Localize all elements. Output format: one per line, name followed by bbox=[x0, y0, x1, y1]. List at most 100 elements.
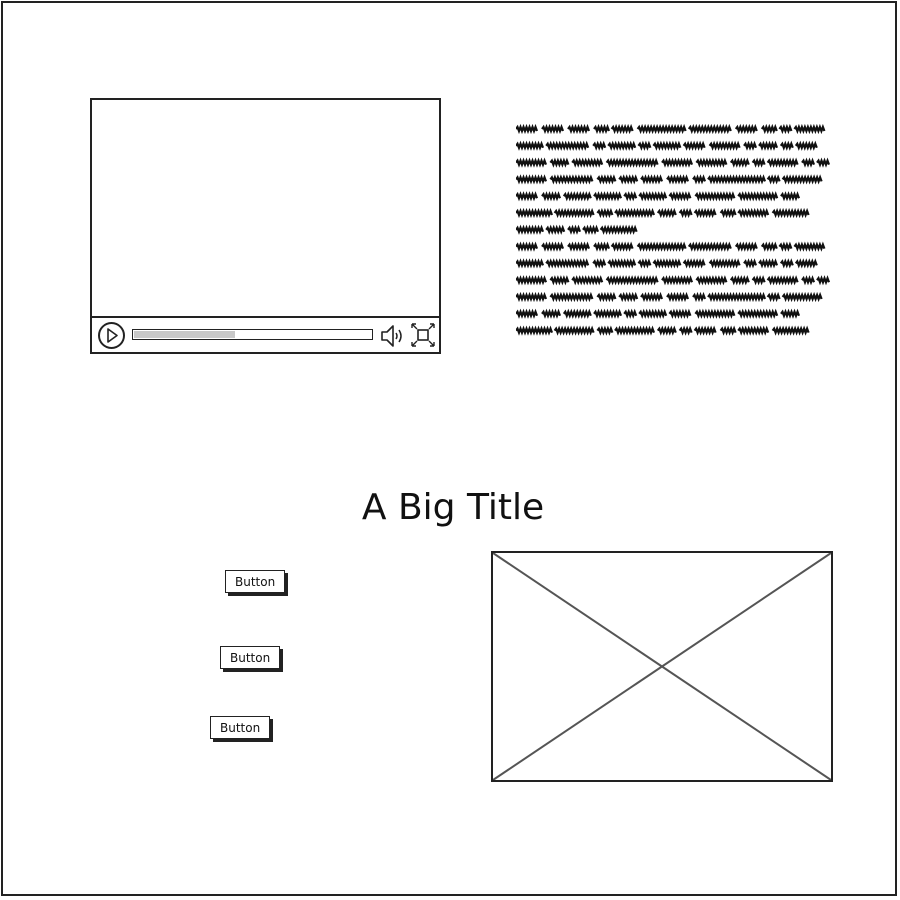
scribble-word bbox=[571, 275, 604, 286]
scribble-word bbox=[781, 291, 823, 303]
scribble-word bbox=[794, 140, 818, 151]
scribble-word bbox=[708, 140, 741, 151]
text-paragraph-content: Lorem ipsum dolor sit amet, consectetur … bbox=[516, 341, 517, 342]
scribble-word bbox=[760, 241, 778, 252]
scribble-word bbox=[549, 275, 570, 286]
scribble-word bbox=[737, 325, 770, 336]
scribble-text bbox=[516, 123, 831, 336]
scribble-word bbox=[794, 258, 818, 269]
scribble-word bbox=[545, 258, 590, 269]
scribble-word bbox=[751, 157, 766, 168]
scribble-word bbox=[516, 275, 548, 286]
scribble-word bbox=[516, 224, 545, 235]
image-placeholder-icon bbox=[493, 553, 831, 780]
play-icon[interactable] bbox=[98, 322, 125, 349]
scribble-word bbox=[780, 191, 801, 202]
scribble-word bbox=[516, 123, 539, 135]
video-progress-bar[interactable] bbox=[132, 329, 373, 340]
scribble-word bbox=[592, 258, 607, 269]
scribble-word bbox=[545, 224, 566, 235]
scribble-word bbox=[562, 308, 592, 319]
scribble-word bbox=[549, 291, 594, 303]
scribble-word bbox=[779, 140, 794, 151]
button-2[interactable]: Button bbox=[220, 646, 281, 669]
scribble-word bbox=[760, 123, 778, 135]
scribble-word bbox=[780, 308, 801, 319]
scribble-word bbox=[766, 157, 799, 168]
scribble-word bbox=[582, 224, 600, 235]
scribble-word bbox=[737, 191, 779, 202]
scribble-word bbox=[614, 207, 656, 219]
scribble-word bbox=[779, 258, 794, 269]
scribble-word bbox=[541, 308, 562, 319]
scribble-word bbox=[592, 140, 607, 151]
scribble-word bbox=[599, 224, 638, 235]
scribble-word bbox=[707, 291, 767, 303]
scribble-word bbox=[607, 140, 637, 151]
scribble-word bbox=[614, 325, 656, 336]
scribble-word bbox=[682, 258, 706, 269]
scribble-word bbox=[541, 241, 565, 252]
video-progress-fill bbox=[134, 331, 235, 338]
scribble-word bbox=[571, 157, 604, 168]
scribble-word bbox=[694, 308, 736, 319]
scribble-word bbox=[516, 258, 545, 269]
scribble-word bbox=[593, 308, 623, 319]
scribble-word bbox=[516, 207, 554, 219]
volume-icon[interactable] bbox=[380, 323, 408, 349]
scribble-word bbox=[516, 308, 539, 319]
scribble-word bbox=[719, 325, 737, 336]
button-1[interactable]: Button bbox=[225, 570, 286, 593]
scribble-word bbox=[636, 123, 687, 135]
scribble-word bbox=[553, 207, 595, 219]
scribble-word bbox=[758, 140, 779, 151]
scribble-word bbox=[516, 241, 539, 252]
scribble-word bbox=[549, 157, 570, 168]
scribble-word bbox=[656, 325, 677, 336]
scribble-word bbox=[596, 207, 614, 219]
scribble-word bbox=[766, 174, 781, 185]
button-3[interactable]: Button bbox=[210, 716, 271, 739]
scribble-word bbox=[596, 325, 614, 336]
scribble-word bbox=[638, 308, 668, 319]
scribble-word bbox=[687, 241, 732, 252]
scribble-word bbox=[719, 207, 737, 219]
scribble-word bbox=[605, 157, 659, 168]
scribble-word bbox=[707, 174, 767, 185]
scribble-word bbox=[687, 123, 732, 135]
scribble-word bbox=[771, 207, 810, 219]
scribble-word bbox=[607, 258, 637, 269]
scribble-word bbox=[771, 325, 810, 336]
scribble-word bbox=[541, 123, 565, 135]
video-player[interactable] bbox=[90, 98, 441, 354]
scribble-word bbox=[593, 123, 611, 135]
scribble-word bbox=[596, 174, 617, 185]
scribble-word bbox=[652, 258, 682, 269]
scribble-word bbox=[661, 275, 694, 286]
scribble-word bbox=[567, 241, 591, 252]
scribble-word bbox=[623, 191, 638, 202]
scribble-word bbox=[562, 191, 592, 202]
scribble-word bbox=[640, 174, 664, 185]
scribble-word bbox=[678, 207, 693, 219]
scribble-word bbox=[737, 207, 770, 219]
scribble-word bbox=[516, 140, 545, 151]
scribble-word bbox=[618, 174, 639, 185]
scribble-word bbox=[766, 275, 799, 286]
scribble-word bbox=[637, 140, 652, 151]
scribble-word bbox=[778, 123, 793, 135]
scribble-word bbox=[610, 241, 634, 252]
canvas-frame: Lorem ipsum dolor sit amet, consectetur … bbox=[1, 1, 897, 896]
scribble-word bbox=[593, 241, 611, 252]
scribble-word bbox=[743, 140, 758, 151]
scribble-word bbox=[692, 291, 707, 303]
scribble-word bbox=[708, 258, 741, 269]
fullscreen-icon[interactable] bbox=[410, 322, 436, 348]
scribble-word bbox=[729, 157, 750, 168]
scribble-word bbox=[678, 325, 693, 336]
scribble-word bbox=[549, 174, 594, 185]
page-title: A Big Title bbox=[361, 487, 545, 528]
scribble-word bbox=[694, 191, 736, 202]
video-controls bbox=[92, 316, 439, 352]
scribble-word bbox=[693, 207, 717, 219]
